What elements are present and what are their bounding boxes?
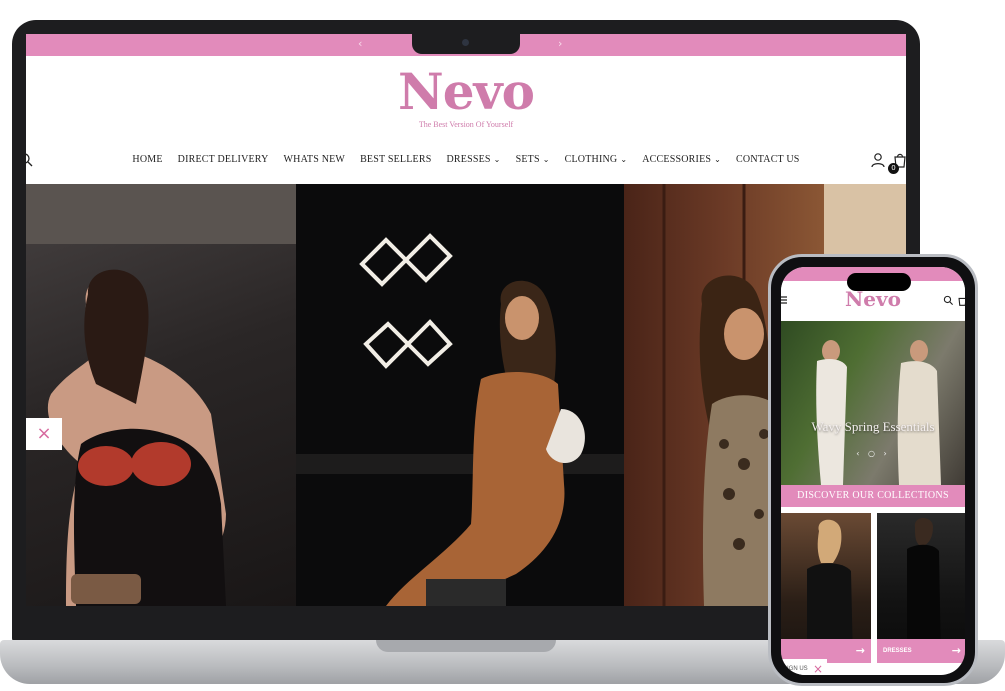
cart-count-badge: 0	[888, 163, 899, 174]
nav-item-best-sellers[interactable]: BEST SELLERS	[360, 154, 431, 165]
site-header: Nevo The Best Version Of Yourself HOME D…	[26, 56, 906, 184]
chevron-down-icon: ⌄	[493, 155, 501, 164]
shopping-bag-icon[interactable]	[957, 295, 965, 306]
nav-item-contact-us[interactable]: CONTACT US	[736, 154, 800, 165]
arrow-right-icon: →	[855, 644, 865, 657]
user-icon[interactable]	[870, 152, 886, 168]
search-icon[interactable]	[943, 295, 954, 306]
close-icon[interactable]: ×	[26, 418, 62, 450]
collection-card-bar: DRESSES →	[877, 639, 965, 663]
nav-item-direct-delivery[interactable]: DIRECT DELIVERY	[178, 154, 269, 165]
chevron-down-icon: ⌄	[620, 155, 628, 164]
nav-item-dresses[interactable]: DRESSES ⌄	[446, 154, 500, 165]
chevron-down-icon: ⌄	[714, 155, 722, 164]
close-icon[interactable]: ×	[813, 662, 823, 675]
chevron-right-icon[interactable]: ›	[558, 37, 562, 50]
nav-item-clothing[interactable]: CLOTHING ⌄	[565, 154, 628, 165]
mobile-collection-grid: → DRESSES →	[781, 513, 965, 675]
main-nav: HOME DIRECT DELIVERY WHATS NEW BEST SELL…	[26, 154, 906, 165]
discover-collections-button[interactable]: DISCOVER OUR COLLECTIONS	[781, 485, 965, 507]
brand-tagline: The Best Version Of Yourself	[418, 120, 514, 129]
arrow-right-icon: →	[951, 644, 961, 657]
mobile-browser-viewport: Nevo Wavy Spring Essentials ‹ ○ › DISCOV…	[781, 267, 965, 675]
hero-image-left	[26, 184, 296, 606]
hero-image-center	[296, 184, 624, 606]
nav-item-accessories[interactable]: ACCESSORIES ⌄	[642, 154, 721, 165]
dynamic-island	[847, 273, 911, 291]
nav-item-sets[interactable]: SETS ⌄	[516, 154, 550, 165]
collection-card-dresses[interactable]: DRESSES →	[877, 513, 965, 663]
mobile-popup-close[interactable]: SIGN US ×	[781, 659, 827, 675]
brand-logo[interactable]: Nevo	[26, 62, 906, 121]
nav-item-whats-new[interactable]: WHATS NEW	[284, 154, 346, 165]
mobile-hero-title: Wavy Spring Essentials	[811, 419, 935, 434]
chevron-left-icon[interactable]: ‹	[358, 37, 362, 50]
phone-frame: Nevo Wavy Spring Essentials ‹ ○ › DISCOV…	[768, 254, 978, 686]
nav-item-home[interactable]: HOME	[132, 154, 162, 165]
camera-icon	[462, 39, 469, 46]
laptop-notch	[412, 34, 520, 54]
laptop-groove	[376, 640, 556, 652]
collection-card[interactable]: →	[781, 513, 871, 663]
mobile-hero-banner[interactable]: Wavy Spring Essentials ‹ ○ ›	[781, 321, 965, 485]
slider-controls[interactable]: ‹ ○ ›	[781, 449, 965, 458]
chevron-down-icon: ⌄	[542, 155, 550, 164]
